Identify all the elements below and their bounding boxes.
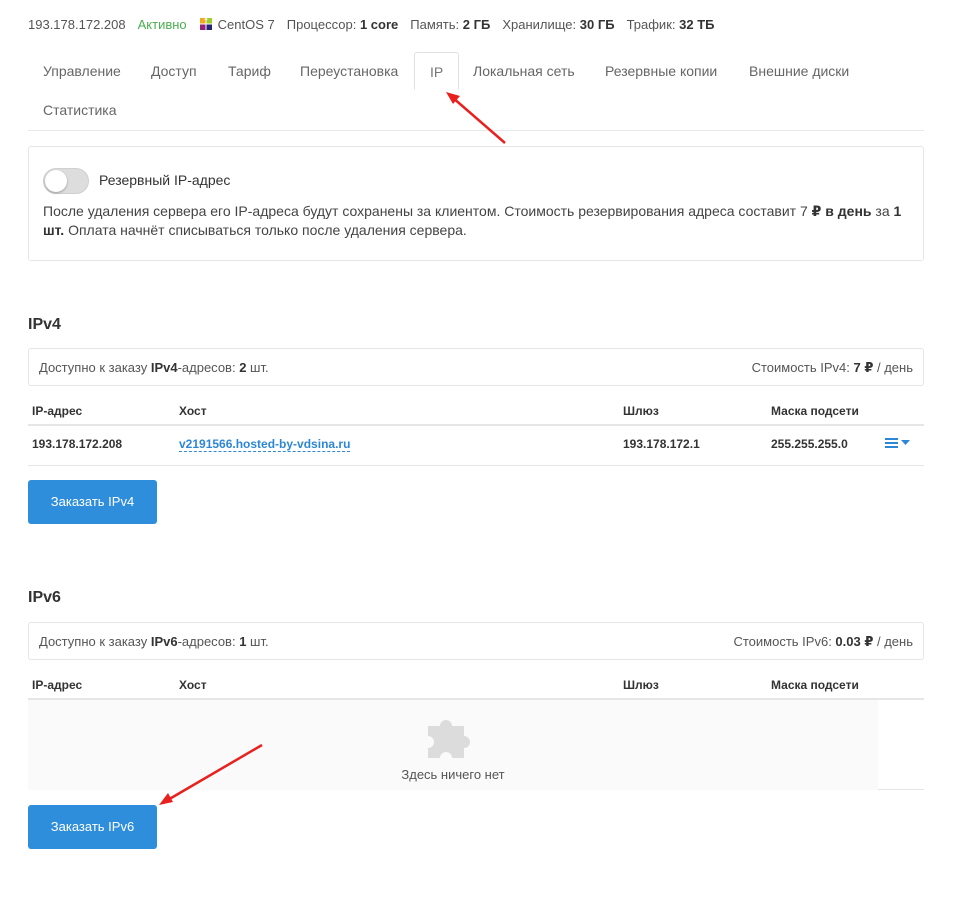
spec-memory: Память: 2 ГБ [410, 17, 490, 32]
hamburger-menu-icon [885, 438, 898, 448]
col-subnet-mask: Маска подсети [771, 678, 859, 692]
tab-ip[interactable]: IP [414, 52, 460, 90]
tab-access[interactable]: Доступ [136, 52, 212, 90]
server-os: CentOS 7 [199, 17, 275, 32]
col-gateway: Шлюз [623, 678, 659, 692]
ipv4-cost-value: 7 ₽ [853, 360, 874, 375]
order-ipv6-button[interactable]: Заказать IPv6 [28, 805, 157, 849]
reserve-ip-description: После удаления сервера его IP-адреса буд… [43, 202, 907, 240]
spec-cpu: Процессор: 1 core [287, 17, 399, 32]
reserve-ip-panel: Резервный IP-адрес После удаления сервер… [28, 146, 924, 261]
tab-reinstall[interactable]: Переустановка [285, 52, 413, 90]
col-ip-address: IP-адрес [32, 678, 83, 692]
col-host: Хост [179, 678, 207, 692]
row-gateway: 193.178.172.1 [623, 437, 700, 451]
ipv6-cost-prefix: Стоимость IPv6: [733, 634, 836, 649]
spec-storage: Хранилище: 30 ГБ [502, 17, 614, 32]
order-ipv4-button[interactable]: Заказать IPv4 [28, 480, 157, 524]
server-status: Активно [137, 16, 187, 32]
ipv4-table-header: IP-адрес Хост Шлюз Маска подсети [28, 396, 924, 426]
spec-memory-value: 2 ГБ [462, 16, 491, 32]
ipv6-avail-mid: -адресов: [177, 634, 240, 649]
reserve-desc-part: После удаления сервера его IP-адреса буд… [43, 203, 812, 219]
tab-backups[interactable]: Резервные копии [590, 52, 732, 90]
reserve-ip-label: Резервный IP-адрес [99, 172, 231, 188]
ipv4-info-bar: Доступно к заказу IPv4-адресов: 2 шт. Ст… [28, 348, 924, 386]
server-ip: 193.178.172.208 [28, 16, 126, 32]
ipv6-avail-suffix: шт. [246, 634, 269, 649]
col-gateway: Шлюз [623, 404, 659, 418]
ipv4-avail-prefix: Доступно к заказу [39, 360, 151, 375]
tab-management[interactable]: Управление [28, 52, 136, 90]
reserve-desc-part: Оплата начнёт списываться только после у… [64, 222, 467, 238]
spec-traffic-value: 32 ТБ [679, 16, 715, 32]
row-subnet-mask: 255.255.255.0 [771, 437, 848, 451]
ipv4-cost-suffix: / день [873, 360, 913, 375]
reserve-ip-toggle[interactable] [43, 168, 89, 194]
row-actions-button[interactable] [885, 437, 910, 449]
reserve-desc-price: ₽ в день [811, 203, 872, 219]
tab-local-network[interactable]: Локальная сеть [458, 52, 590, 90]
caret-down-icon [901, 440, 910, 445]
puzzle-icon [428, 720, 470, 758]
spec-cpu-value: 1 core [359, 16, 399, 32]
row-host-link[interactable]: v2191566.hosted-by-vdsina.ru [179, 437, 351, 452]
ipv6-section-title: IPv6 [28, 589, 61, 606]
col-subnet-mask: Маска подсети [771, 404, 859, 418]
ipv4-cost-prefix: Стоимость IPv4: [751, 360, 854, 375]
row-ip-address: 193.178.172.208 [32, 437, 123, 451]
toggle-knob [45, 170, 67, 192]
centos-icon [199, 17, 212, 30]
spec-traffic: Трафик: 32 ТБ [627, 17, 715, 32]
ipv4-available: Доступно к заказу IPv4-адресов: 2 шт. [39, 360, 269, 375]
ipv6-empty-state: Здесь ничего нет [28, 700, 924, 790]
ipv6-cost-suffix: / день [873, 634, 913, 649]
col-ip-address: IP-адрес [32, 404, 83, 418]
ipv6-avail-kind: IPv6 [150, 634, 178, 649]
spec-traffic-label: Трафик: [626, 16, 676, 32]
ipv6-info-bar: Доступно к заказу IPv6-адресов: 1 шт. Ст… [28, 622, 924, 660]
reserve-desc-part: за [871, 203, 894, 219]
tab-tariff[interactable]: Тариф [213, 52, 286, 90]
ipv4-section-title: IPv4 [28, 316, 61, 333]
spec-memory-label: Память: [410, 16, 460, 32]
empty-state-message: Здесь ничего нет [401, 767, 505, 782]
tab-external-disks[interactable]: Внешние диски [734, 52, 864, 90]
os-name: CentOS 7 [217, 16, 275, 32]
ipv6-avail-prefix: Доступно к заказу [39, 634, 151, 649]
col-host: Хост [179, 404, 207, 418]
ipv4-avail-suffix: шт. [246, 360, 269, 375]
tab-bar: Управление Доступ Тариф Переустановка IP… [28, 52, 924, 131]
spec-cpu-label: Процессор: [286, 16, 357, 32]
ipv6-available: Доступно к заказу IPv6-адресов: 1 шт. [39, 634, 269, 649]
table-row: 193.178.172.208 v2191566.hosted-by-vdsin… [28, 428, 924, 466]
ipv6-table-header: IP-адрес Хост Шлюз Маска подсети [28, 670, 924, 700]
ipv4-cost: Стоимость IPv4: 7 ₽ / день [752, 360, 913, 376]
spec-storage-value: 30 ГБ [579, 16, 615, 32]
tab-statistics[interactable]: Статистика [28, 91, 132, 129]
spec-storage-label: Хранилище: [502, 16, 577, 32]
ipv6-cost-value: 0.03 ₽ [835, 634, 874, 649]
server-info-bar: 193.178.172.208 Активно CentOS 7 Процесс… [28, 14, 714, 34]
ipv4-avail-mid: -адресов: [177, 360, 240, 375]
ipv6-cost: Стоимость IPv6: 0.03 ₽ / день [733, 634, 913, 650]
ipv4-avail-kind: IPv4 [150, 360, 178, 375]
